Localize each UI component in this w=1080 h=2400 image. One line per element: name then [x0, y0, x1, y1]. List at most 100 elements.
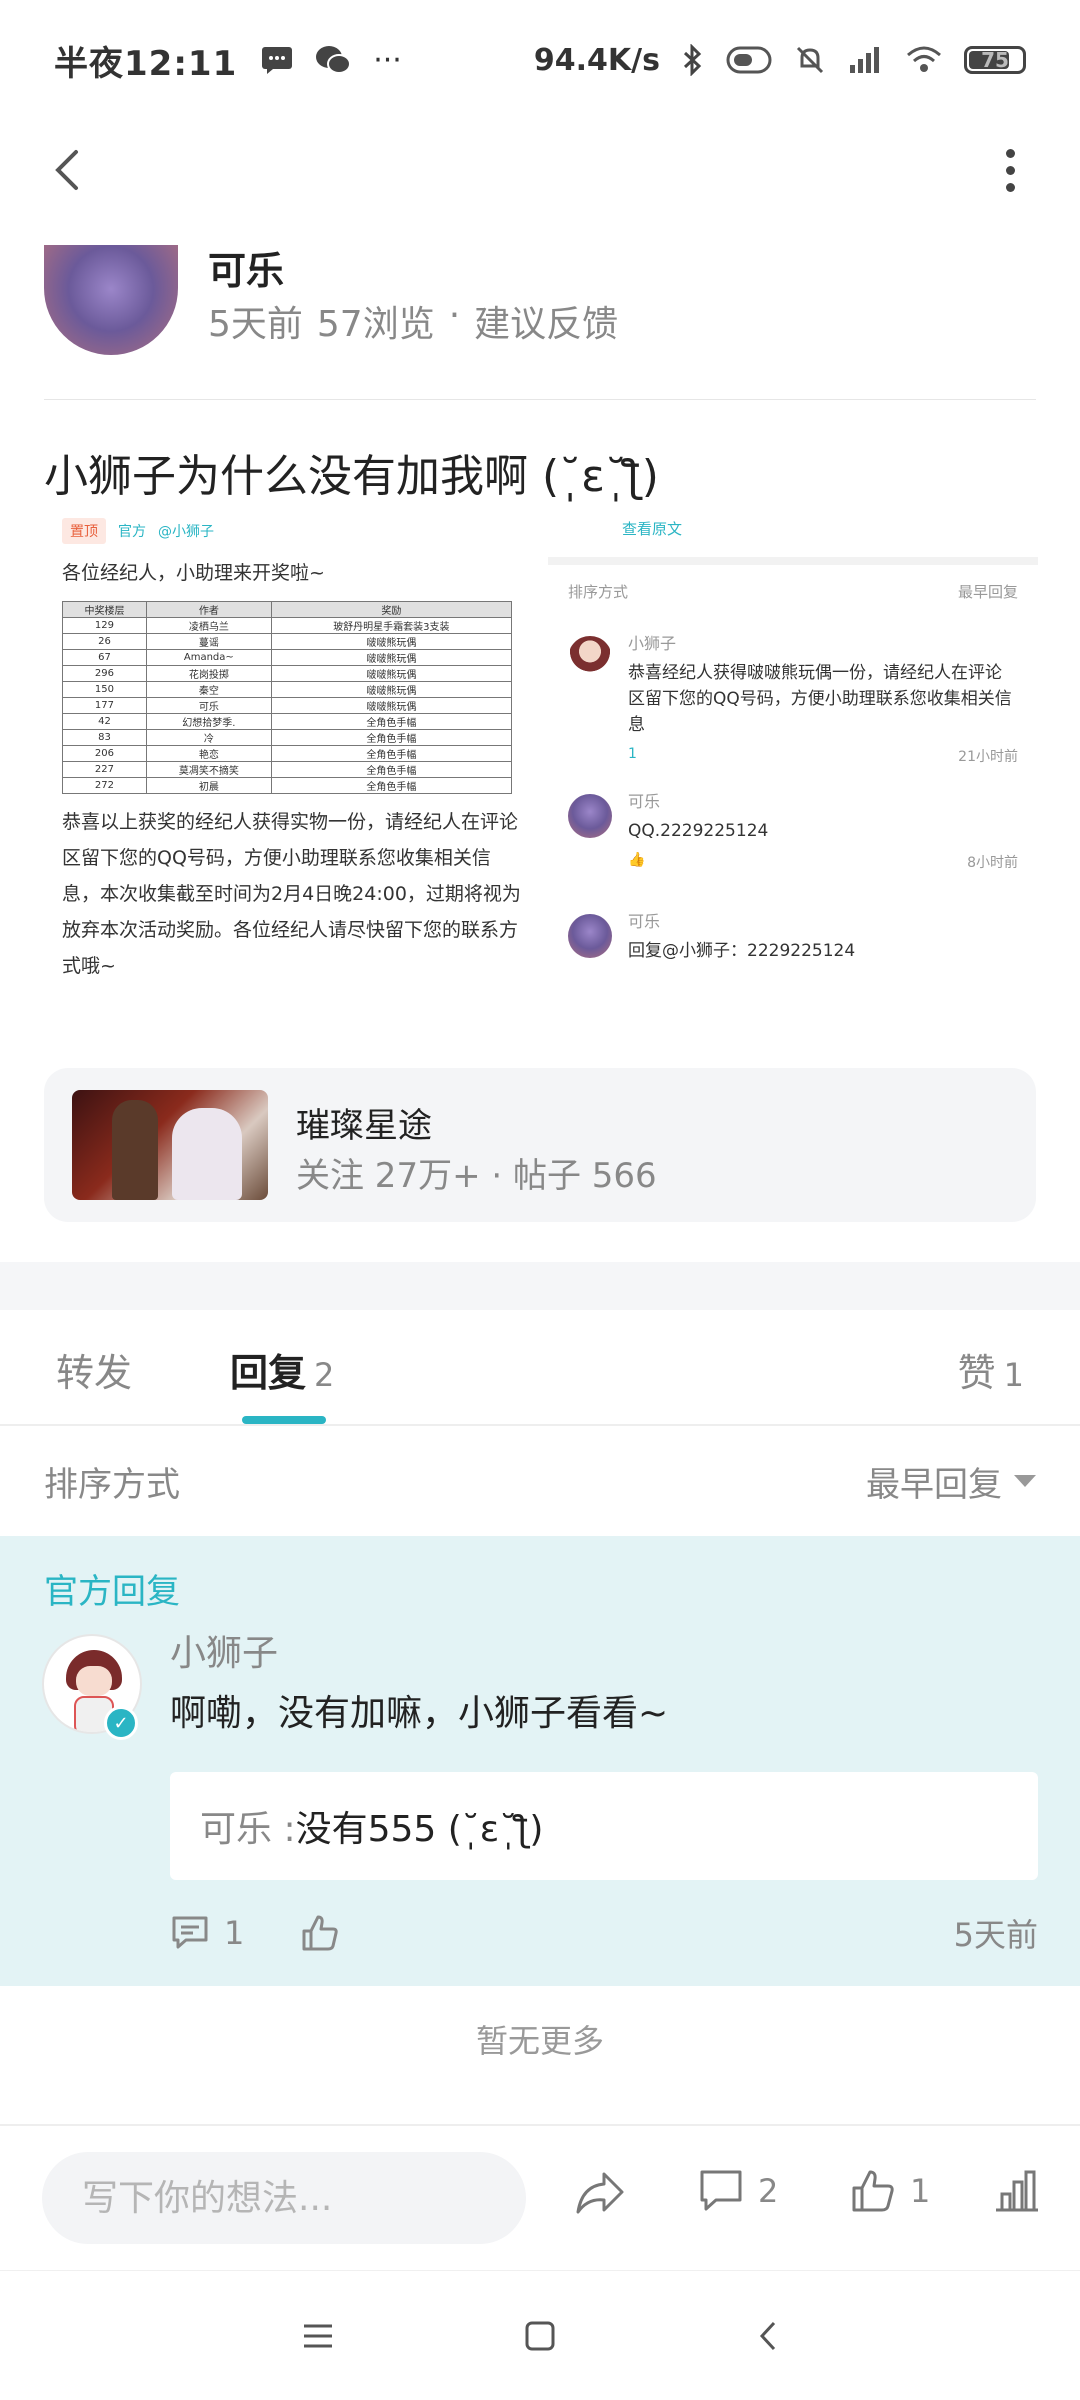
quote-author: 可乐 : [200, 1809, 296, 1850]
embed-sort-value: 最早回复 [957, 583, 1018, 601]
forum-card[interactable]: 璀璨星途 关注 27万+ · 帖子 566 [44, 1068, 1036, 1222]
status-bar: 半夜12:11 ··· 94.4K/s 75 [0, 0, 1080, 120]
table-row: 67 Amanda~ 啵啵熊玩偶 [62, 649, 513, 666]
reply-comment-button[interactable]: 1 [170, 1914, 244, 1952]
reply-tabs: 转发 回复 2 赞1 [0, 1310, 1080, 1426]
table-cell: 秦空 [145, 681, 272, 698]
embed-avatar [568, 636, 612, 680]
table-row: 42 幻想拾梦季. 全角色手幅 [62, 713, 513, 730]
back-button[interactable] [40, 140, 100, 200]
post-time: 5天前 [208, 304, 303, 345]
bar-chart-icon [996, 2170, 1038, 2212]
reply-like-button[interactable] [300, 1913, 340, 1953]
network-speed: 94.4K/s [533, 42, 660, 78]
sort-row: 排序方式 最早回复 [0, 1426, 1080, 1536]
table-row: 83 冷全角色手幅 [62, 729, 513, 746]
share-button[interactable] [574, 2168, 626, 2218]
reply-author-name[interactable]: 小狮子 [170, 1624, 278, 1676]
message-icon [262, 47, 293, 74]
tab-forward[interactable]: 转发 [56, 1342, 132, 1397]
official-reply: 官方回复 ✓ 小狮子 啊嘞，没有加嘛，小狮子看看~ 可乐 : 没有555 (˘̩… [0, 1536, 1080, 1986]
table-cell: 42 [62, 713, 147, 730]
table-row: 177 可乐 啵啵熊玩偶 [62, 697, 513, 714]
recent-apps-button[interactable] [288, 2311, 348, 2361]
table-row: 129 凌栖乌兰 玻舒丹明星手霜套装3支装 [62, 617, 513, 634]
bottom-action-bar: 2 1 [0, 2124, 1080, 2270]
forum-thumbnail [72, 1090, 268, 1200]
thumbs-up-icon [302, 1915, 339, 1951]
table-cell: 全角色手幅 [270, 777, 513, 794]
table-cell: 67 [62, 649, 147, 666]
top-nav [0, 130, 1080, 210]
table-cell: 全角色手幅 [270, 745, 513, 762]
embed-comment: 小狮子 恭喜经纪人获得啵啵熊玩偶一份，请经纪人在评论区留下您的QQ号码，方便小助… [548, 618, 1038, 776]
author-avatar[interactable] [44, 245, 178, 355]
table-cell: 玻舒丹明星手霜套装3支装 [270, 617, 513, 634]
bottom-like-count: 1 [910, 2172, 931, 2210]
battery-icon: 75 [964, 46, 1026, 74]
table-cell: 艳恋 [145, 745, 272, 762]
table-cell: 凌栖乌兰 [145, 617, 272, 634]
table-cell: 全角色手幅 [270, 729, 513, 746]
system-navigation-bar [0, 2270, 1080, 2400]
official-tag: 官方 [118, 524, 146, 540]
table-cell: 177 [62, 697, 147, 714]
menu-icon [304, 2324, 332, 2348]
share-icon [576, 2172, 624, 2214]
winners-table: 中奖楼层 作者 奖励 129 凌栖乌兰 玻舒丹明星手霜套装3支装 26 蔓谣 啵啵熊玩偶 67 A… [62, 601, 513, 794]
view-count: 57浏览 [316, 304, 435, 345]
table-row: 26 蔓谣 啵啵熊玩偶 [62, 633, 513, 650]
table-row: 272 初晨 全角色手幅 [62, 777, 513, 794]
quoted-reply[interactable]: 可乐 : 没有555 (˘̩̩̩ε˘̩ƪ) [170, 1772, 1038, 1880]
author-name[interactable]: 可乐 [208, 240, 284, 295]
table-cell: 啵啵熊玩偶 [270, 665, 513, 682]
no-more-text: 暂无更多 [475, 2022, 604, 2060]
status-time: 半夜12:11 [54, 43, 238, 84]
more-vertical-icon [1005, 148, 1015, 158]
reply-count: 2 [314, 1356, 335, 1394]
like-count: 1 [1003, 1356, 1024, 1394]
post-image[interactable]: 置顶 官方 @小狮子 各位经纪人，小助理来开奖啦~ 中奖楼层 作者 奖励 129 凌栖… [44, 518, 1038, 1013]
table-cell: 莫凋笑不摘笑 [145, 761, 272, 778]
tab-reply[interactable]: 回复 2 [230, 1342, 334, 1397]
view-original-link: 查看原文 [622, 520, 683, 538]
tab-like[interactable]: 赞1 [958, 1342, 1024, 1397]
table-cell: 150 [62, 681, 147, 698]
tab-indicator [242, 1416, 326, 1424]
table-row: 227 莫凋笑不摘笑 全角色手幅 [62, 761, 513, 778]
system-back-button[interactable] [738, 2311, 798, 2361]
table-cell: 206 [62, 745, 147, 762]
table-cell: 蔓谣 [145, 633, 272, 650]
reply-actions: 1 5天前 [170, 1908, 1038, 1958]
table-row: 296 花岗投掷 啵啵熊玩偶 [62, 665, 513, 682]
embed-avatar [568, 914, 612, 958]
like-button[interactable]: 1 [850, 2168, 930, 2214]
quote-text: 没有555 (˘̩̩̩ε˘̩ƪ) [295, 1809, 544, 1850]
comment-input[interactable] [42, 2152, 526, 2244]
table-cell: 296 [62, 665, 147, 682]
author-header: 可乐 5天前 57浏览 · 建议反馈 [44, 240, 1036, 400]
mention-tag: @小狮子 [158, 524, 214, 540]
embed-paragraph: 恭喜以上获奖的经纪人获得实物一份，请经纪人在评论区留下您的QQ号码，方便小助理联… [62, 811, 521, 977]
table-row: 150 秦空 啵啵熊玩偶 [62, 681, 513, 698]
stats-button[interactable] [994, 2168, 1040, 2214]
table-cell: 可乐 [145, 697, 272, 714]
more-notifications-icon: ··· [373, 42, 402, 78]
table-cell: 初晨 [145, 777, 272, 794]
post-category[interactable]: 建议反馈 [474, 295, 618, 347]
table-cell: 啵啵熊玩偶 [270, 649, 513, 666]
table-cell: 花岗投掷 [145, 665, 272, 682]
chevron-left-icon [759, 2321, 776, 2351]
comment-button[interactable]: 2 [698, 2168, 778, 2214]
more-options-button[interactable] [980, 140, 1040, 200]
post-title: 小狮子为什么没有加我啊 (˘̩̩̩ε˘̩ƪ) [44, 451, 659, 502]
sort-dropdown[interactable]: 最早回复 [866, 1457, 1036, 1506]
home-button[interactable] [510, 2311, 570, 2361]
comment-icon [172, 1916, 208, 1949]
table-cell: 幻想拾梦季. [145, 713, 272, 730]
embed-announcement: 置顶 官方 @小狮子 各位经纪人，小助理来开奖啦~ 中奖楼层 作者 奖励 129 凌栖… [62, 518, 552, 984]
embed-greeting: 各位经纪人，小助理来开奖啦~ [62, 562, 325, 584]
embed-like-icon: 👍 [628, 852, 646, 868]
embed-sort-label: 排序方式 [568, 583, 629, 601]
embed-sort-row: 排序方式 最早回复 [548, 565, 1038, 618]
